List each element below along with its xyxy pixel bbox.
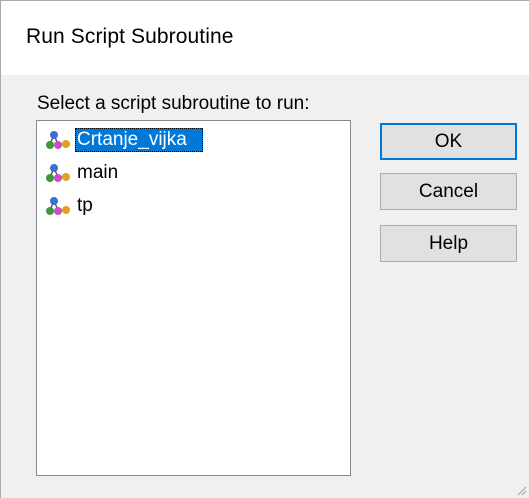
subroutine-icon [46, 197, 70, 215]
title-bar: Run Script Subroutine [1, 1, 529, 75]
list-item-label: tp [77, 195, 93, 216]
resize-grip-icon[interactable] [515, 484, 527, 496]
list-item[interactable]: main [45, 160, 120, 186]
subroutine-icon [46, 131, 70, 149]
subroutine-listbox[interactable]: Crtanje_vijka main tp [36, 120, 351, 476]
list-item-label: main [77, 162, 119, 183]
list-item[interactable]: tp [45, 193, 95, 219]
help-button[interactable]: Help [380, 225, 517, 262]
list-item[interactable]: Crtanje_vijka [45, 127, 203, 153]
window-title: Run Script Subroutine [26, 25, 234, 48]
list-item-label: Crtanje_vijka [75, 128, 203, 152]
ok-button[interactable]: OK [380, 123, 517, 160]
run-script-subroutine-dialog: Run Script Subroutine Select a script su… [0, 0, 529, 498]
subroutine-icon [46, 164, 70, 182]
subroutine-prompt-label: Select a script subroutine to run: [37, 93, 310, 114]
cancel-button[interactable]: Cancel [380, 173, 517, 210]
